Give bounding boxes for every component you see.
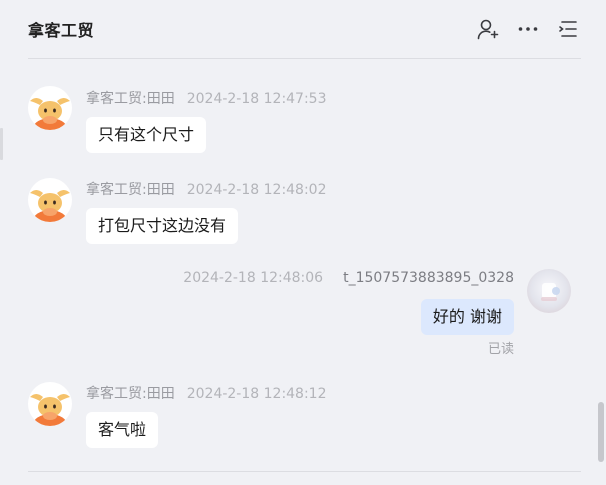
avatar[interactable] bbox=[28, 86, 72, 130]
read-status: 已读 bbox=[487, 342, 514, 357]
message-bubble[interactable]: 客气啦 bbox=[86, 412, 159, 448]
message-time: 2024-2-18 12:48:12 bbox=[186, 386, 327, 402]
avatar[interactable] bbox=[527, 269, 571, 313]
message-time: 2024-2-18 12:47:53 bbox=[186, 91, 327, 107]
chat-header: 拿客工贸 bbox=[28, 0, 581, 59]
chat-title: 拿客工贸 bbox=[28, 21, 95, 40]
left-edge-handle[interactable] bbox=[0, 128, 3, 160]
divider bbox=[28, 471, 581, 472]
message-bubble[interactable]: 好的 谢谢 bbox=[420, 299, 514, 335]
header-actions bbox=[477, 18, 579, 40]
message-meta: 拿客工贸:田田 2024-2-18 12:48:02 bbox=[86, 179, 327, 199]
menu-list-icon[interactable] bbox=[557, 18, 579, 40]
message-bubble[interactable]: 打包尺寸这边没有 bbox=[86, 208, 239, 244]
scrollbar[interactable] bbox=[598, 402, 604, 462]
message-meta: 拿客工贸:田田 2024-2-18 12:48:12 bbox=[86, 383, 327, 403]
message-bubble[interactable]: 只有这个尺寸 bbox=[86, 117, 207, 153]
more-icon[interactable] bbox=[517, 18, 539, 40]
add-member-icon[interactable] bbox=[477, 18, 499, 40]
message-sender: 拿客工贸:田田 bbox=[86, 386, 175, 402]
message-sender: 拿客工贸:田田 bbox=[86, 182, 175, 198]
message-time: 2024-2-18 12:48:06 bbox=[183, 270, 324, 286]
message-meta: 拿客工贸:田田 2024-2-18 12:47:53 bbox=[86, 88, 327, 108]
chat-window: 拿客工贸 拿客工贸:田田 2024-2-18 12:47:53 只有这个尺寸 拿… bbox=[0, 0, 606, 485]
avatar[interactable] bbox=[28, 382, 72, 426]
message-time: 2024-2-18 12:48:02 bbox=[186, 182, 327, 198]
message-meta: 2024-2-18 12:48:06 t_1507573883895_0328 bbox=[183, 270, 514, 286]
avatar[interactable] bbox=[28, 178, 72, 222]
message-sender: t_1507573883895_0328 bbox=[343, 270, 514, 286]
message-sender: 拿客工贸:田田 bbox=[86, 91, 175, 107]
